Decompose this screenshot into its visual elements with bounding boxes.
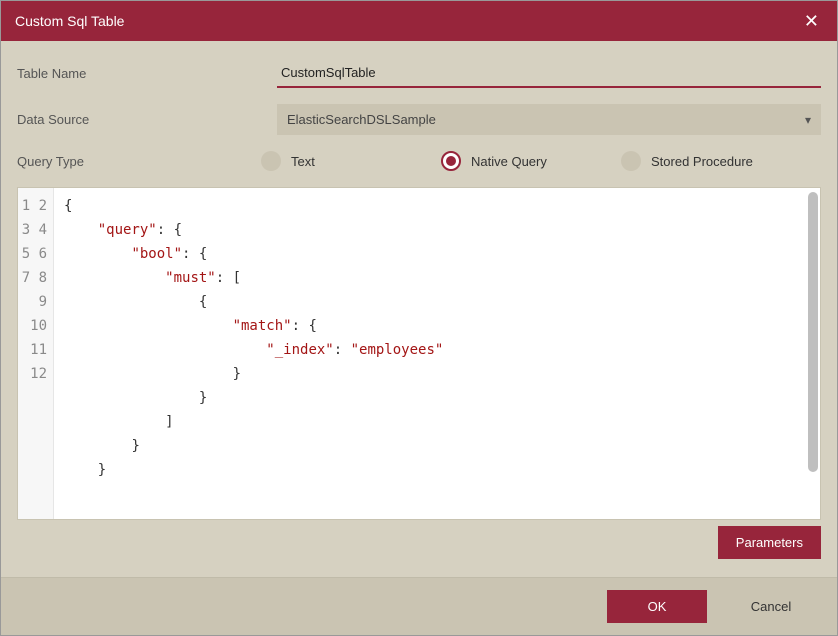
radio-icon <box>621 151 641 171</box>
cancel-button[interactable]: Cancel <box>721 590 821 623</box>
radio-icon <box>441 151 461 171</box>
editor-gutter: 1 2 3 4 5 6 7 8 9 10 11 12 <box>18 188 54 519</box>
query-editor[interactable]: 1 2 3 4 5 6 7 8 9 10 11 12 { "query": { … <box>17 187 821 520</box>
data-source-value: ElasticSearchDSLSample <box>277 104 821 135</box>
editor-code[interactable]: { "query": { "bool": { "must": [ { "matc… <box>54 188 820 519</box>
query-type-row: Query Type Text Native Query Stored Proc… <box>17 151 821 171</box>
data-source-select[interactable]: ElasticSearchDSLSample ▾ <box>277 104 821 135</box>
radio-label: Stored Procedure <box>651 154 753 169</box>
table-name-row: Table Name <box>17 59 821 88</box>
chevron-down-icon: ▾ <box>805 113 811 127</box>
data-source-row: Data Source ElasticSearchDSLSample ▾ <box>17 104 821 135</box>
table-name-label: Table Name <box>17 66 277 81</box>
editor-scrollbar[interactable] <box>808 192 818 472</box>
radio-text[interactable]: Text <box>261 151 441 171</box>
query-type-label: Query Type <box>17 154 261 169</box>
data-source-label: Data Source <box>17 112 277 127</box>
radio-label: Text <box>291 154 315 169</box>
custom-sql-table-dialog: Custom Sql Table ✕ Table Name Data Sourc… <box>0 0 838 636</box>
query-type-radio-group: Text Native Query Stored Procedure <box>261 151 821 171</box>
radio-stored-procedure[interactable]: Stored Procedure <box>621 151 821 171</box>
ok-button[interactable]: OK <box>607 590 707 623</box>
parameters-button[interactable]: Parameters <box>718 526 821 559</box>
dialog-footer: OK Cancel <box>1 577 837 635</box>
radio-icon <box>261 151 281 171</box>
parameters-row: Parameters <box>1 520 837 577</box>
radio-label: Native Query <box>471 154 547 169</box>
radio-native-query[interactable]: Native Query <box>441 151 621 171</box>
close-icon[interactable]: ✕ <box>800 11 823 32</box>
table-name-input[interactable] <box>277 59 821 88</box>
dialog-content: Table Name Data Source ElasticSearchDSLS… <box>1 41 837 520</box>
dialog-title: Custom Sql Table <box>15 13 124 29</box>
titlebar: Custom Sql Table ✕ <box>1 1 837 41</box>
